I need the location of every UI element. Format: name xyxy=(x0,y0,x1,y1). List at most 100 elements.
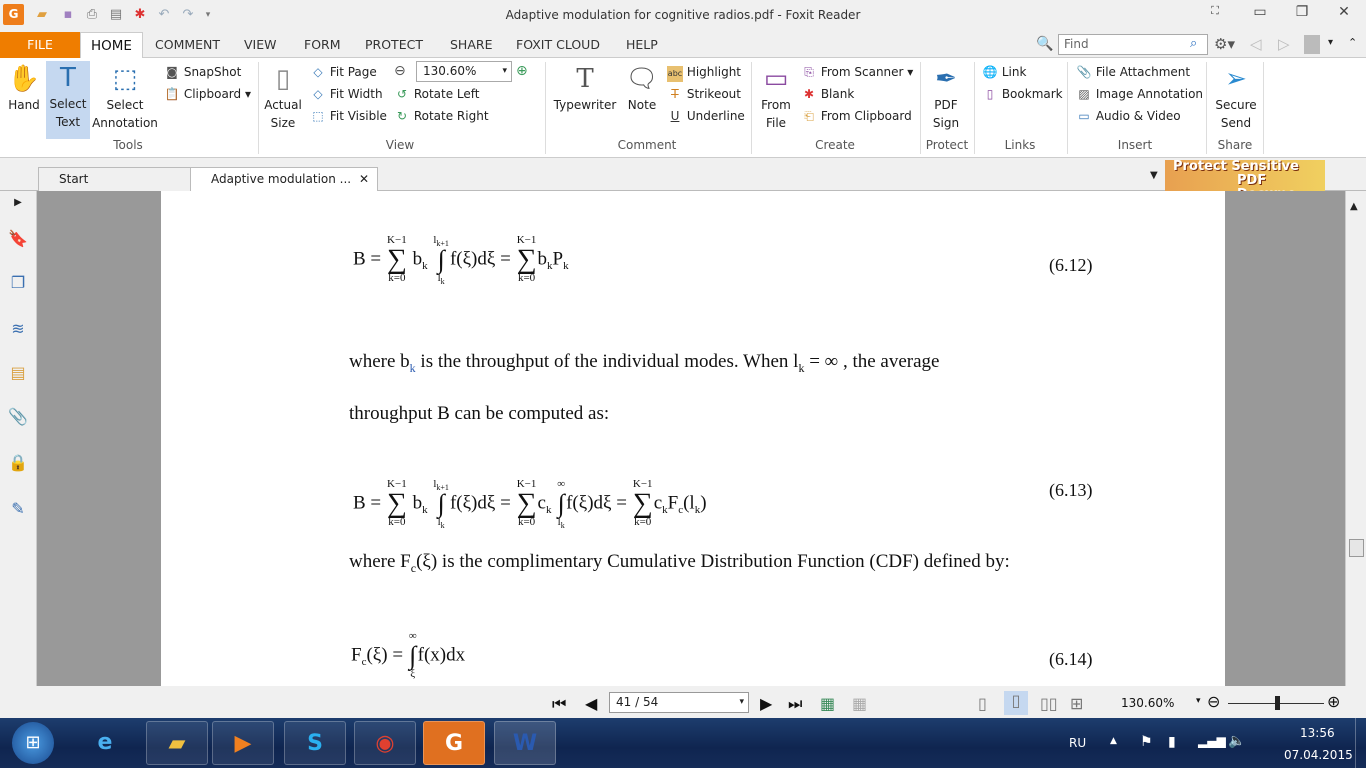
tab-list-icon[interactable]: ▼ xyxy=(1150,170,1158,181)
tab-share[interactable]: SHARE xyxy=(440,32,502,58)
volume-icon[interactable]: 🔈 xyxy=(1228,733,1245,749)
zoom-level[interactable]: 130.60% xyxy=(1121,696,1174,710)
close-button[interactable]: ✕ xyxy=(1332,4,1356,24)
folder-search-icon[interactable]: 🔍 xyxy=(1036,36,1053,52)
security-lock-icon[interactable]: 🔒 xyxy=(8,453,28,473)
first-page-icon[interactable]: ⏮ xyxy=(552,694,566,714)
layers-icon[interactable]: ≋ xyxy=(8,319,28,339)
from-scanner-button[interactable]: ⎘ From Scanner ▾ xyxy=(801,64,913,80)
secure-send-button[interactable]: ➢ Secure Send xyxy=(1212,62,1260,132)
fit-page-button[interactable]: ◇ Fit Page xyxy=(310,64,376,80)
next-page-icon[interactable]: ▶ xyxy=(760,694,772,713)
tab-form[interactable]: FORM xyxy=(294,32,351,58)
audio-video-button[interactable]: ▭ Audio & Video xyxy=(1076,108,1180,124)
bookmark-button[interactable]: ▯ Bookmark xyxy=(982,86,1063,102)
attachments-icon[interactable]: 📎 xyxy=(8,407,28,427)
tab-file[interactable]: FILE xyxy=(0,32,80,58)
continuous-page-icon[interactable]: ▯ xyxy=(1004,691,1028,715)
tab-comment[interactable]: COMMENT xyxy=(145,32,230,58)
minimize-button[interactable]: ▭ xyxy=(1248,4,1272,24)
facing-icon[interactable]: ▯▯ xyxy=(1040,694,1058,713)
tab-foxit-cloud[interactable]: FOXIT CLOUD xyxy=(506,32,610,58)
clock-date[interactable]: 07.04.2015 xyxy=(1284,748,1353,762)
action-center-flag-icon[interactable]: ⚑ xyxy=(1140,734,1153,750)
fullscreen-icon[interactable]: ⛶ xyxy=(1203,4,1227,24)
link-button[interactable]: 🌐 Link xyxy=(982,64,1027,80)
blank-button[interactable]: ✱ Blank xyxy=(801,86,854,102)
tab-document[interactable]: Adaptive modulation ... ✕ xyxy=(190,167,378,191)
user-menu-icon[interactable]: ▾ xyxy=(1328,37,1333,48)
underline-button[interactable]: U Underline xyxy=(667,108,745,124)
typewriter-button[interactable]: T Typewriter xyxy=(552,62,618,114)
previous-view-icon[interactable]: ▦ xyxy=(820,694,835,713)
zoom-in-icon[interactable]: ⊕ xyxy=(1327,692,1340,711)
collapse-ribbon-icon[interactable]: ⌃ xyxy=(1348,36,1357,49)
select-annotation-button[interactable]: ⬚ Select Annotation xyxy=(92,62,158,132)
tab-home[interactable]: HOME xyxy=(80,32,143,59)
find-input[interactable]: Find xyxy=(1058,34,1208,55)
search-icon[interactable]: ⌕ xyxy=(1190,36,1197,51)
gear-icon[interactable]: ⚙▾ xyxy=(1214,35,1235,53)
foxit-reader-icon[interactable]: G xyxy=(423,721,485,765)
from-file-button[interactable]: ▭ From File xyxy=(758,62,794,132)
zoom-in-icon[interactable]: ⊕ xyxy=(516,63,528,79)
signatures-icon[interactable]: ✎ xyxy=(8,499,28,519)
file-explorer-icon[interactable]: ▰ xyxy=(146,721,208,765)
image-annotation-button[interactable]: ▨ Image Annotation xyxy=(1076,86,1203,102)
previous-page-icon[interactable]: ◀ xyxy=(585,694,597,713)
language-indicator[interactable]: RU xyxy=(1069,736,1086,750)
user-avatar[interactable] xyxy=(1304,35,1320,54)
skype-icon[interactable]: S xyxy=(284,721,346,765)
clipboard-button[interactable]: 📋 Clipboard ▾ xyxy=(164,86,251,102)
pdf-sign-button[interactable]: ✒ PDF Sign xyxy=(926,62,966,132)
zoom-out-icon[interactable]: ⊖ xyxy=(1207,692,1220,711)
single-page-icon[interactable]: ▯ xyxy=(978,694,987,713)
fit-width-button[interactable]: ◇ Fit Width xyxy=(310,86,382,102)
chrome-icon[interactable]: ◉ xyxy=(354,721,416,765)
internet-explorer-icon[interactable]: e xyxy=(74,721,136,765)
zoom-out-icon[interactable]: ⊖ xyxy=(394,63,406,79)
windows-start-button[interactable]: ⊞ xyxy=(12,722,54,764)
strikeout-button[interactable]: T̶ Strikeout xyxy=(667,86,741,102)
snapshot-button[interactable]: ◙ SnapShot xyxy=(164,64,241,80)
scroll-up-icon[interactable]: ▲ xyxy=(1350,201,1358,212)
close-tab-icon[interactable]: ✕ xyxy=(359,168,369,190)
last-page-icon[interactable]: ⏭ xyxy=(788,694,802,714)
rotate-right-button[interactable]: ↻ Rotate Right xyxy=(394,108,489,124)
vertical-scrollbar[interactable]: ▲ xyxy=(1345,191,1366,686)
hand-button[interactable]: ✋ Hand xyxy=(6,62,42,114)
select-text-button[interactable]: T Select Text xyxy=(46,61,90,139)
actual-size-button[interactable]: ▯ Actual Size xyxy=(264,62,302,132)
from-clipboard-button[interactable]: ⎗ From Clipboard xyxy=(801,108,912,124)
media-player-icon[interactable]: ▶ xyxy=(212,721,274,765)
tab-protect[interactable]: PROTECT xyxy=(355,32,433,58)
pages-icon[interactable]: ❐ xyxy=(8,273,28,293)
file-attachment-button[interactable]: 📎 File Attachment xyxy=(1076,64,1191,80)
comments-icon[interactable]: ▤ xyxy=(8,363,28,383)
zoom-select[interactable]: 130.60% ▾ xyxy=(416,61,512,82)
tab-start[interactable]: Start xyxy=(38,167,192,191)
advertisement-banner[interactable]: Protect SensitivePDF Docume xyxy=(1165,160,1325,191)
restore-button[interactable]: ❐ xyxy=(1290,4,1314,24)
tab-help[interactable]: HELP xyxy=(616,32,668,58)
page-number-input[interactable]: 41 / 54 ▾ xyxy=(609,692,749,713)
scroll-thumb[interactable] xyxy=(1349,539,1364,557)
bookmarks-icon[interactable]: 🔖 xyxy=(8,229,28,249)
expand-panel-icon[interactable]: ▶ xyxy=(8,197,28,217)
pdf-page[interactable]: B = K−1 ∑ k=0 bk lk+1 ∫ lk f(ξ)dξ = K−1 ∑ k=0 bk… xyxy=(161,191,1225,686)
fit-visible-button[interactable]: ⬚ Fit Visible xyxy=(310,108,387,124)
zoom-dropdown-icon[interactable]: ▾ xyxy=(1196,696,1201,706)
highlight-button[interactable]: abc Highlight xyxy=(667,64,741,82)
word-icon[interactable]: W xyxy=(494,721,556,765)
continuous-facing-icon[interactable]: ⊞ xyxy=(1070,694,1083,713)
show-hidden-icons[interactable]: ▲ xyxy=(1110,736,1117,746)
clock-time[interactable]: 13:56 xyxy=(1300,726,1335,740)
show-desktop-button[interactable] xyxy=(1355,718,1366,768)
tab-view[interactable]: VIEW xyxy=(234,32,287,58)
network-signal-icon[interactable]: ▂▄▆ xyxy=(1198,734,1226,748)
zoom-slider-thumb[interactable] xyxy=(1275,696,1280,710)
forward-icon[interactable]: ▷ xyxy=(1278,35,1290,53)
rotate-left-button[interactable]: ↺ Rotate Left xyxy=(394,86,480,102)
next-view-icon[interactable]: ▦ xyxy=(852,694,867,713)
note-button[interactable]: 🗨 Note xyxy=(624,62,660,114)
